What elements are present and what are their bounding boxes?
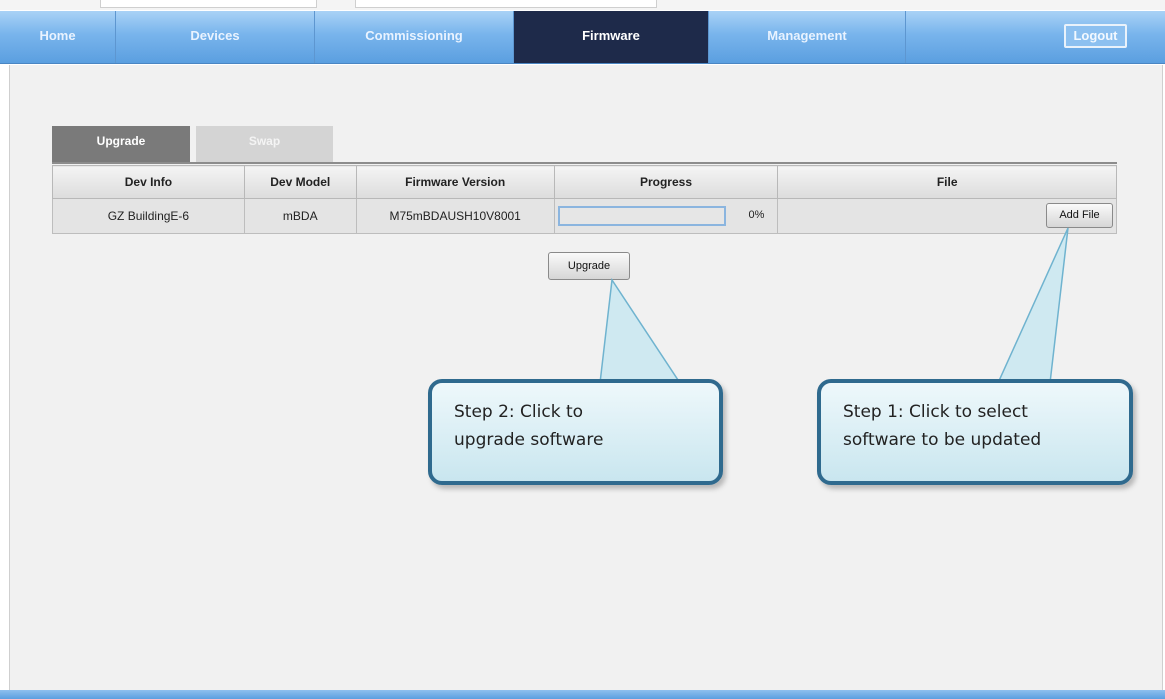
tab-upgrade[interactable]: Upgrade (52, 126, 190, 162)
progress-bar (557, 206, 726, 226)
upgrade-button[interactable]: Upgrade (548, 252, 630, 280)
column-header-file: File (777, 165, 1117, 199)
cell-firmware-version: M75mBDAUSH10V8001 (355, 198, 555, 234)
tab-divider (52, 162, 1117, 164)
cell-dev-info: GZ BuildingE-6 (52, 198, 245, 234)
add-file-button[interactable]: Add File (1046, 203, 1113, 228)
nav-home[interactable]: Home (0, 11, 116, 63)
progress-percent: 0% (748, 209, 765, 221)
cell-progress: 0% (553, 198, 779, 234)
nav-commissioning[interactable]: Commissioning (315, 11, 514, 63)
column-header-progress: Progress (553, 165, 779, 199)
callout-step-1-line-1: Step 1: Click to select (843, 402, 1028, 422)
callout-step-2-line-1: Step 2: Click to (454, 402, 584, 422)
browser-strip-segment (100, 0, 317, 8)
column-header-dev-model: Dev Model (243, 165, 357, 199)
nav-management[interactable]: Management (709, 11, 906, 63)
callout-step-2-line-2: upgrade software (454, 430, 604, 450)
top-nav: Home Devices Commissioning Firmware Mana… (0, 11, 1165, 64)
logout-button[interactable]: Logout (1064, 24, 1127, 48)
file-cell-wrapper: Add File (779, 200, 1115, 232)
cell-dev-model: mBDA (243, 198, 357, 234)
progress-wrapper: 0% (556, 200, 777, 232)
browser-strip (0, 0, 1165, 10)
table-header-row: Dev Info Dev Model Firmware Version Prog… (52, 165, 1117, 199)
table-row: GZ BuildingE-6 mBDA M75mBDAUSH10V8001 0%… (52, 198, 1117, 234)
callout-step-1: Step 1: Click to select software to be u… (817, 379, 1133, 485)
cell-file: Add File (777, 198, 1117, 234)
column-header-firmware-version: Firmware Version (355, 165, 555, 199)
nav-firmware[interactable]: Firmware (514, 11, 709, 63)
tab-swap[interactable]: Swap (196, 126, 333, 162)
firmware-table: Dev Info Dev Model Firmware Version Prog… (52, 165, 1117, 234)
column-header-dev-info: Dev Info (52, 165, 245, 199)
callout-step-2: Step 2: Click to upgrade software (428, 379, 723, 485)
browser-strip-segment (355, 0, 657, 8)
bottom-bar (0, 690, 1165, 699)
callout-step-1-line-2: software to be updated (843, 430, 1042, 450)
nav-devices[interactable]: Devices (116, 11, 315, 63)
